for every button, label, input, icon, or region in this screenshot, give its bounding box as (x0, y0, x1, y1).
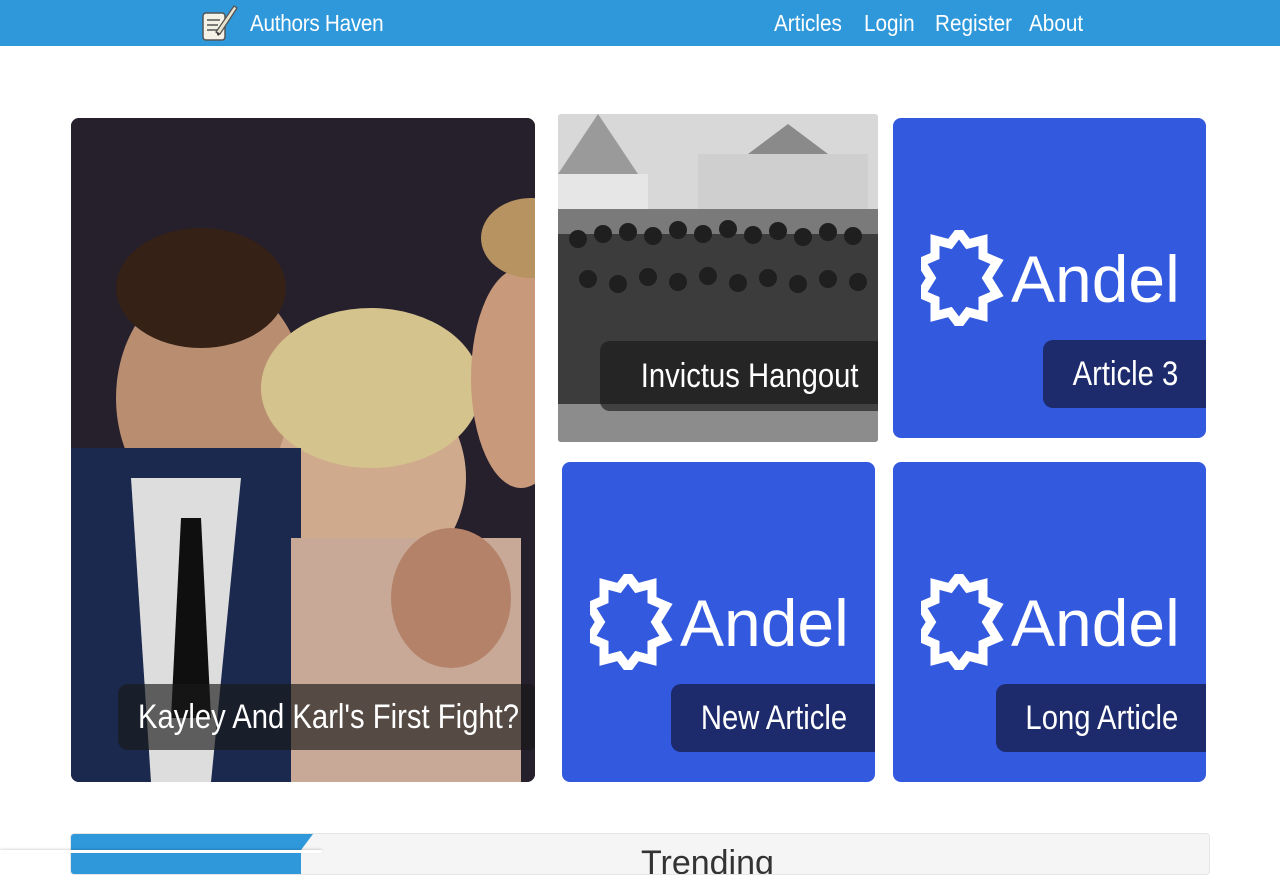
trending-section: Trending (70, 833, 1210, 875)
andela-logo-text: Andela (1011, 242, 1181, 316)
article-caption: New Article (671, 684, 875, 752)
trending-tab-slant (283, 834, 313, 874)
article-caption: Article 3 (1043, 340, 1206, 408)
andela-logo-text: Andela (680, 586, 850, 660)
andela-logo-icon: Andela (590, 574, 850, 670)
article-card[interactable]: Andela Article 3 (893, 118, 1206, 438)
trending-tab[interactable] (71, 834, 301, 874)
nav-link-articles[interactable]: Articles (774, 10, 842, 37)
article-title: Long Article (1025, 698, 1179, 737)
article-title: Article 3 (1072, 354, 1179, 393)
article-title: New Article (700, 698, 848, 737)
andela-logo-text: Andela (1011, 586, 1181, 660)
nav-link-register[interactable]: Register (935, 10, 1012, 37)
brand-link[interactable]: Authors Haven (198, 0, 398, 46)
trending-title: Trending (641, 844, 774, 875)
article-card[interactable]: Andela New Article (562, 462, 875, 782)
brand-name: Authors Haven (250, 9, 384, 36)
article-card[interactable]: Andela Long Article (893, 462, 1206, 782)
article-caption: Invictus Hangout (600, 341, 878, 411)
andela-logo-icon: Andela (921, 574, 1181, 670)
article-card[interactable]: Invictus Hangout (558, 114, 878, 442)
nav-link-about[interactable]: About (1029, 10, 1083, 37)
article-photo (71, 118, 535, 782)
nav-link-login[interactable]: Login (864, 10, 915, 37)
article-caption: Long Article (996, 684, 1206, 752)
navbar: Authors Haven Articles Login Register Ab… (0, 0, 1280, 46)
article-title: Invictus Hangout (641, 356, 859, 395)
andela-logo-icon: Andela (921, 230, 1181, 326)
quill-scroll-icon (202, 5, 238, 41)
article-title: Kayley And Karl's First Fight? (137, 697, 519, 736)
article-caption: Kayley And Karl's First Fight? (118, 684, 535, 750)
article-card-featured[interactable]: Kayley And Karl's First Fight? (71, 118, 535, 782)
